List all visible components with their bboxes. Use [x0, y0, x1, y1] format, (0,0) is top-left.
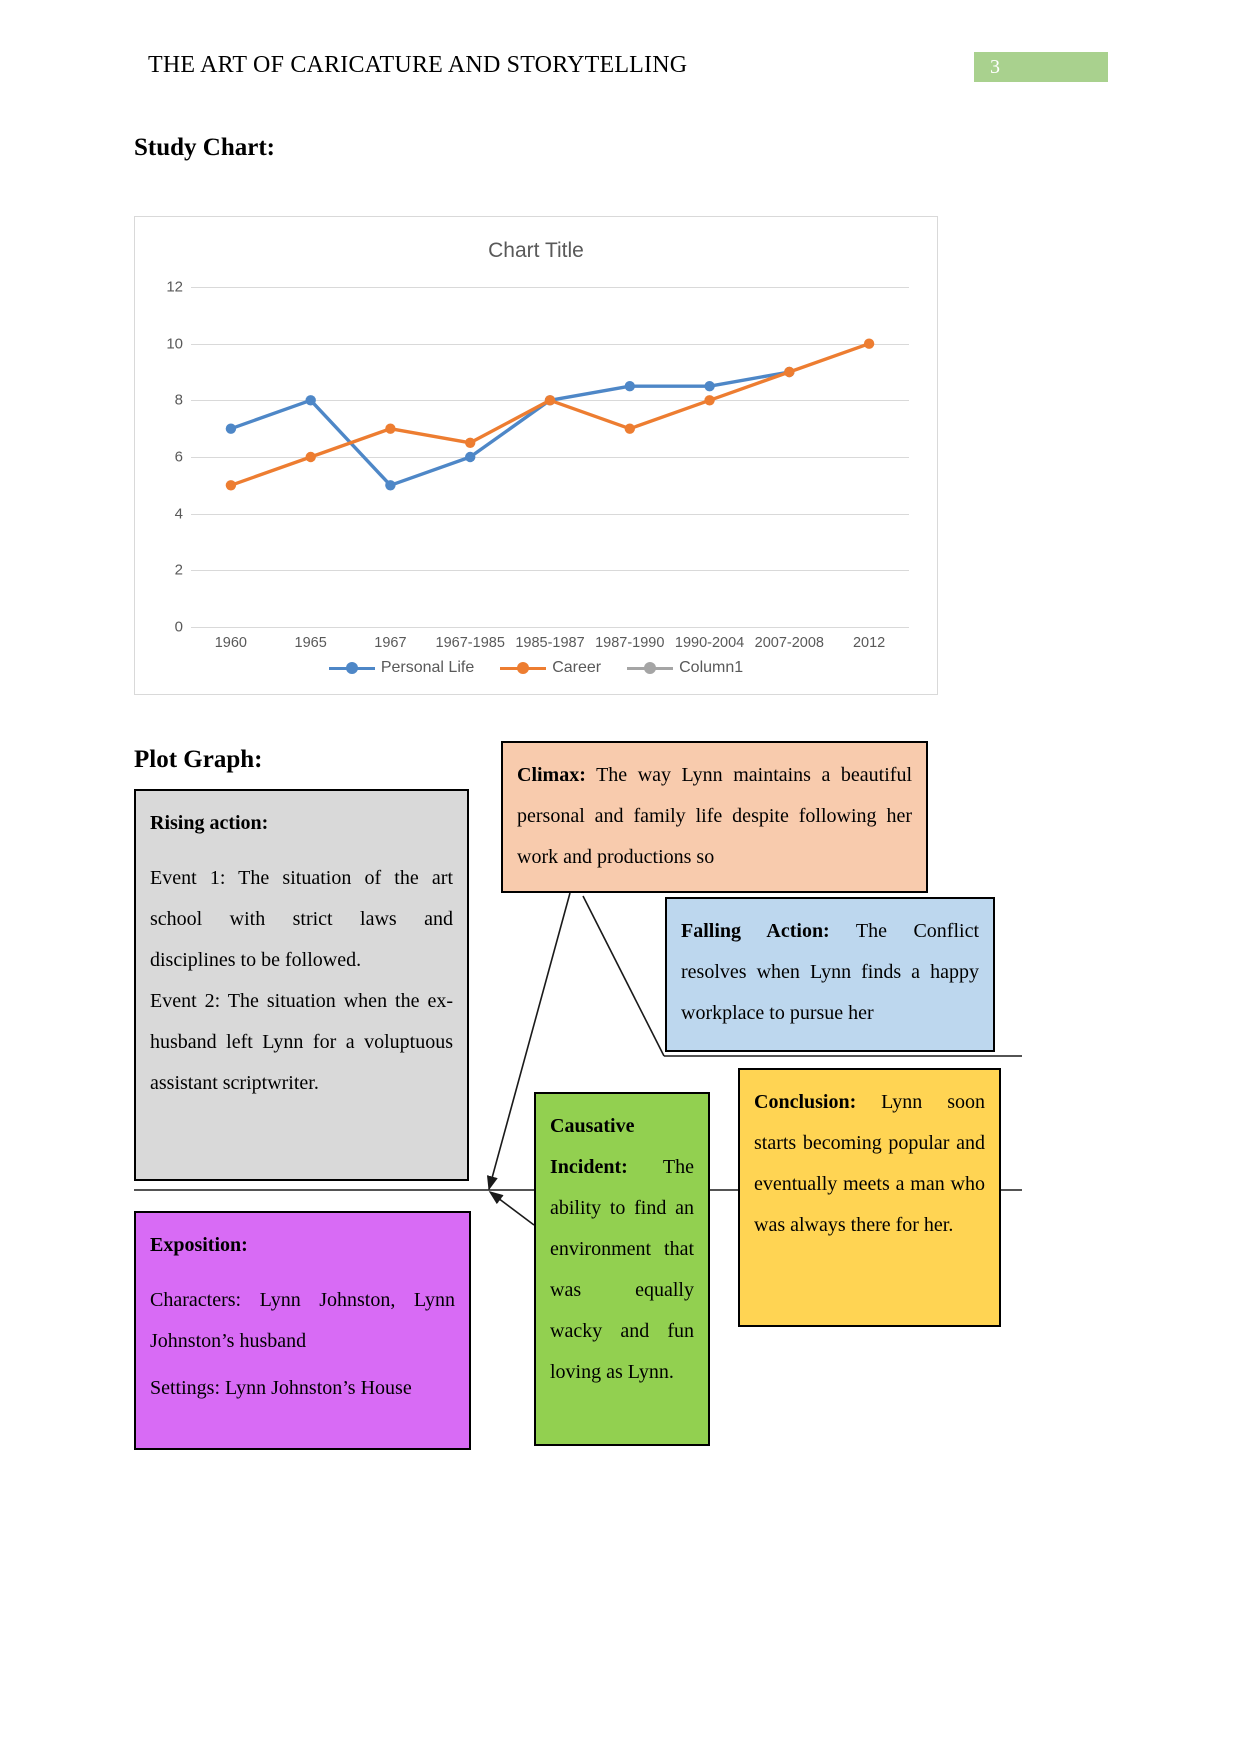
falling-action-title: Falling Action: [681, 920, 830, 942]
legend-marker-icon [500, 662, 547, 674]
legend-item[interactable]: Career [500, 659, 601, 677]
chart-y-tick-label: 2 [174, 561, 183, 579]
chart-y-tick-label: 10 [166, 335, 183, 353]
chart-data-point [305, 451, 316, 463]
chart-line-career [229, 342, 871, 488]
chart-y-tick-label: 6 [174, 448, 183, 466]
chart-x-tick-label: 1990-2004 [674, 635, 745, 651]
chart-gridline: 0 [175, 619, 909, 636]
chart-data-point [225, 423, 237, 434]
causative-incident-text: The ability to find an environment that … [550, 1156, 694, 1383]
legend-marker-icon [627, 662, 674, 674]
plot-box-causative-incident: Causative Incident: The ability to find … [534, 1092, 710, 1446]
chart-data-point [704, 381, 715, 392]
chart-y-tick-label: 0 [174, 618, 183, 636]
rising-action-title: Rising action: [150, 812, 269, 834]
chart-data-point [305, 395, 316, 406]
chart-x-tick-label: 2007-2008 [754, 635, 824, 651]
exposition-characters: Characters: Lynn Johnston, Lynn Johnston… [150, 1289, 455, 1352]
chart-x-tick-label: 1965 [294, 635, 327, 651]
causative-incident-title-line1: Causative [550, 1115, 635, 1137]
chart-data-point [385, 480, 396, 491]
causative-incident-title-line2: Incident: [550, 1156, 628, 1178]
chart-data-point [225, 480, 237, 491]
plot-box-exposition: Exposition: Characters: Lynn Johnston, L… [134, 1211, 471, 1450]
page-header: THE ART OF CARICATURE AND STORYTELLING 3 [0, 0, 1241, 100]
plot-graph-heading: Plot Graph: [134, 746, 263, 773]
chart-x-tick-label: 1985-1987 [515, 635, 585, 651]
arrow-causative-to-left [488, 1191, 535, 1226]
chart-legend: Personal Life Career Column1 [135, 659, 937, 677]
rising-action-event-1: Event 1: The situation of the art school… [150, 867, 453, 971]
exposition-title: Exposition: [150, 1234, 248, 1256]
legend-item[interactable]: Column1 [627, 659, 743, 677]
chart-data-point [863, 338, 875, 349]
chart-x-tick-label: 2012 [852, 635, 886, 651]
chart-data-point [624, 381, 635, 392]
chart-data-point [385, 423, 396, 434]
chart-x-tick-label: 1960 [214, 635, 248, 651]
chart-series-svg [225, 338, 875, 491]
rising-action-event-2: Event 2: The situation when the ex-husba… [150, 990, 453, 1094]
plot-box-rising-action: Rising action: Event 1: The situation of… [134, 789, 469, 1181]
exposition-settings: Settings: Lynn Johnston’s House [150, 1377, 412, 1399]
legend-marker-icon [328, 662, 375, 674]
legend-item[interactable]: Personal Life [328, 659, 475, 677]
study-chart-heading: Study Chart: [134, 134, 275, 161]
chart-y-tick-label: 4 [174, 505, 183, 523]
conclusion-title: Conclusion: [754, 1091, 857, 1113]
document-header-title: THE ART OF CARICATURE AND STORYTELLING [148, 52, 688, 78]
page-number-badge: 3 [974, 52, 1108, 82]
chart-y-tick-label: 12 [166, 278, 183, 296]
legend-label: Column1 [679, 659, 744, 676]
study-chart: Chart Title 0 2 4 6 8 10 12 1960 1965 1967 1967-1… [134, 216, 938, 695]
chart-data-point [624, 423, 635, 434]
legend-label: Personal Life [380, 659, 475, 676]
plot-box-conclusion: Conclusion: Lynn soon starts becoming po… [738, 1068, 1001, 1327]
plot-box-climax: Climax: The way Lynn maintains a beautif… [501, 741, 928, 893]
chart-y-tick-label: 8 [174, 391, 183, 409]
chart-title: Chart Title [488, 239, 584, 262]
chart-data-point [704, 395, 715, 406]
arrow-falling-to-climax [582, 895, 665, 1057]
chart-x-tick-label: 1967-1985 [435, 635, 505, 651]
chart-data-point [544, 395, 556, 406]
chart-data-point [465, 451, 476, 463]
legend-label: Career [552, 659, 602, 676]
chart-plot-area: 0 2 4 6 8 10 12 1960 1965 1967 1967-1985 1985-1987… [166, 279, 909, 651]
chart-data-point [465, 437, 476, 448]
chart-data-point [784, 366, 795, 378]
plot-box-falling-action: Falling Action: The Conflict resolves wh… [665, 897, 995, 1052]
climax-title: Climax: [517, 764, 586, 786]
chart-x-tick-label: 1967 [374, 635, 407, 651]
chart-x-tick-label: 1987-1990 [595, 635, 665, 651]
